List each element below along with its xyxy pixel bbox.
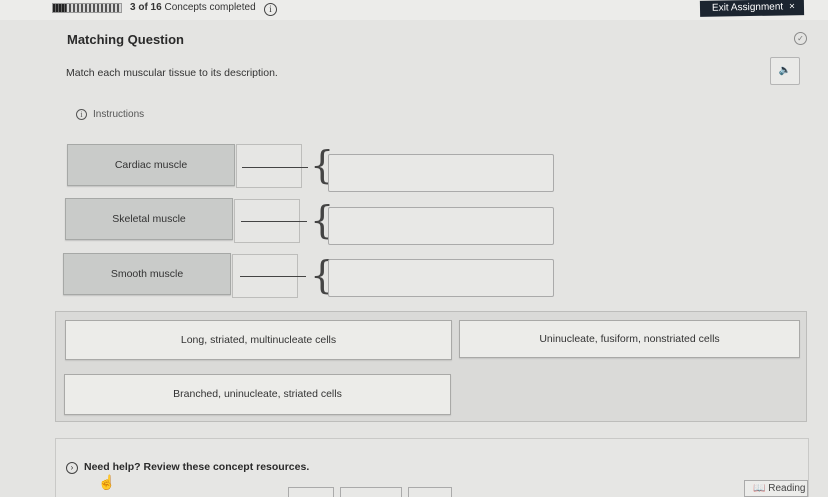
term-label: Smooth muscle [110, 268, 184, 280]
instructions-toggle[interactable]: i Instructions [76, 109, 144, 120]
resource-tab[interactable] [408, 487, 452, 497]
term-connector-box [236, 144, 302, 188]
term-label: Cardiac muscle [114, 159, 188, 171]
connector-line [242, 167, 308, 168]
check-circle-icon: ✓ [794, 32, 807, 45]
term-cardiac-muscle: Cardiac muscle [67, 144, 235, 186]
chevron-right-icon: › [66, 462, 78, 474]
exit-assignment-label: Exit Assignment [711, 1, 784, 14]
speaker-icon: 🔈 [778, 65, 792, 76]
read-aloud-button[interactable]: 🔈 [770, 57, 800, 85]
progress-bar-fill [53, 4, 66, 12]
info-icon[interactable]: i [264, 3, 277, 16]
close-icon: × [789, 1, 796, 13]
choice-label: Uninucleate, fusiform, nonstriated cells [539, 333, 720, 345]
page-title: Matching Question [67, 32, 184, 47]
choice-card[interactable]: Uninucleate, fusiform, nonstriated cells [459, 320, 800, 358]
progress-text: 3 of 16 Concepts completed [130, 2, 256, 13]
help-label: Need help? Review these concept resource… [84, 461, 310, 473]
choice-label: Long, striated, multinucleate cells [180, 334, 337, 346]
connector-line [241, 221, 307, 222]
progress-count: 3 of 16 [130, 2, 162, 13]
progress-label: Concepts completed [164, 2, 256, 13]
reading-label: Reading [768, 483, 806, 494]
book-icon: 📖 [753, 483, 766, 494]
choice-label: Branched, uninucleate, striated cells [173, 388, 342, 400]
term-label: Skeletal muscle [112, 213, 186, 225]
choice-card[interactable]: Long, striated, multinucleate cells [65, 320, 452, 360]
drop-zone-cardiac-muscle[interactable] [328, 154, 554, 192]
question-prompt: Match each muscular tissue to its descri… [66, 67, 278, 79]
connector-line [240, 276, 306, 277]
answer-choice-pool: Long, striated, multinucleate cells Unin… [55, 311, 807, 422]
drop-zone-skeletal-muscle[interactable] [328, 207, 554, 245]
resource-tab[interactable] [288, 487, 334, 497]
info-icon: i [76, 109, 87, 120]
drop-zone-smooth-muscle[interactable] [328, 259, 554, 297]
choice-card[interactable]: Branched, uninucleate, striated cells [64, 374, 451, 415]
concept-resources-link[interactable]: › Need help? Review these concept resourc… [66, 461, 309, 474]
term-smooth-muscle: Smooth muscle [63, 253, 231, 295]
term-skeletal-muscle: Skeletal muscle [65, 198, 233, 240]
top-bar: 3 of 16 Concepts completed i Exit Assign… [0, 0, 828, 20]
resource-tab[interactable] [340, 487, 402, 497]
instructions-label: Instructions [93, 109, 145, 120]
hand-cursor-icon: ☝ [98, 474, 116, 490]
reading-button[interactable]: 📖 Reading [744, 480, 808, 497]
exit-assignment-button[interactable]: Exit Assignment × [699, 0, 805, 17]
progress-bar [52, 3, 122, 13]
